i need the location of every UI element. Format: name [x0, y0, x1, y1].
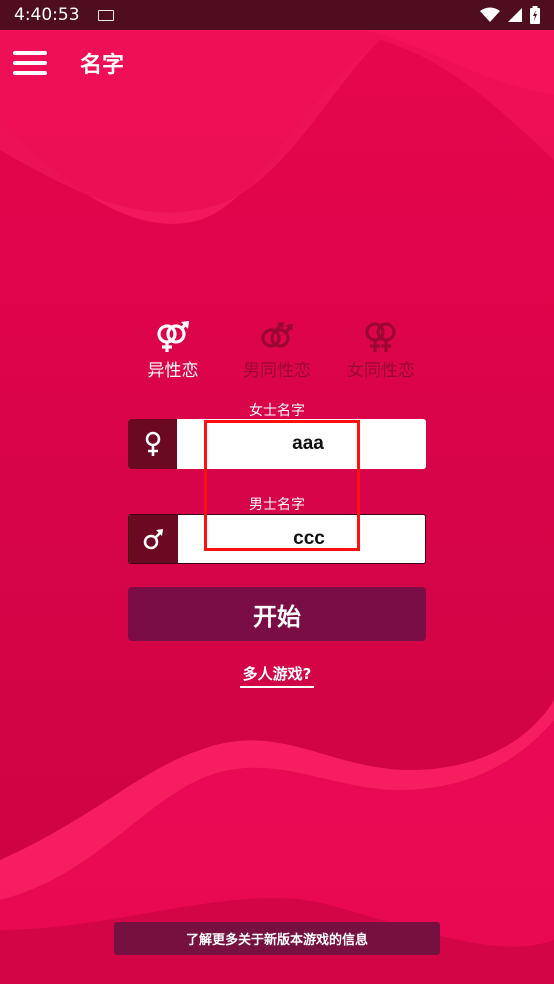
app-bar: 名字: [0, 30, 554, 96]
battery-icon: [530, 6, 540, 24]
male-symbol-icon: [129, 515, 178, 563]
mode-gay[interactable]: 男同性恋: [225, 320, 329, 381]
status-time: 4:40:53: [14, 5, 80, 25]
female-name-input[interactable]: [177, 419, 426, 469]
mode-lesbian[interactable]: 女同性恋: [329, 320, 433, 381]
male-name-input[interactable]: [178, 515, 425, 563]
status-icons: [480, 6, 540, 24]
mode-selector: 异性恋 男同性恋 女同性恋: [121, 320, 433, 381]
hamburger-icon: [13, 48, 47, 78]
mode-gay-label: 男同性恋: [243, 361, 311, 381]
status-bar: 4:40:53: [0, 0, 554, 30]
mode-lesbian-label: 女同性恋: [347, 361, 415, 381]
page-title: 名字: [80, 53, 125, 78]
female-name-field: [128, 419, 426, 469]
female-female-symbol-icon: [363, 320, 399, 354]
male-male-symbol-icon: [259, 320, 295, 354]
multiplayer-link[interactable]: 多人游戏?: [240, 663, 314, 688]
menu-button[interactable]: [0, 30, 60, 96]
male-name-field: [128, 514, 426, 564]
start-button[interactable]: 开始: [128, 587, 426, 641]
mode-hetero[interactable]: 异性恋: [121, 320, 225, 381]
female-name-label: 女士名字: [249, 403, 305, 419]
new-version-info-button[interactable]: 了解更多关于新版本游戏的信息: [114, 922, 440, 955]
mode-hetero-label: 异性恋: [147, 361, 199, 381]
female-symbol-icon: [128, 419, 177, 469]
male-name-label: 男士名字: [249, 497, 305, 513]
signal-icon: [508, 7, 522, 23]
wifi-icon: [480, 7, 500, 23]
keyboard-icon: [97, 9, 114, 21]
hetero-symbol-icon: [155, 320, 191, 354]
